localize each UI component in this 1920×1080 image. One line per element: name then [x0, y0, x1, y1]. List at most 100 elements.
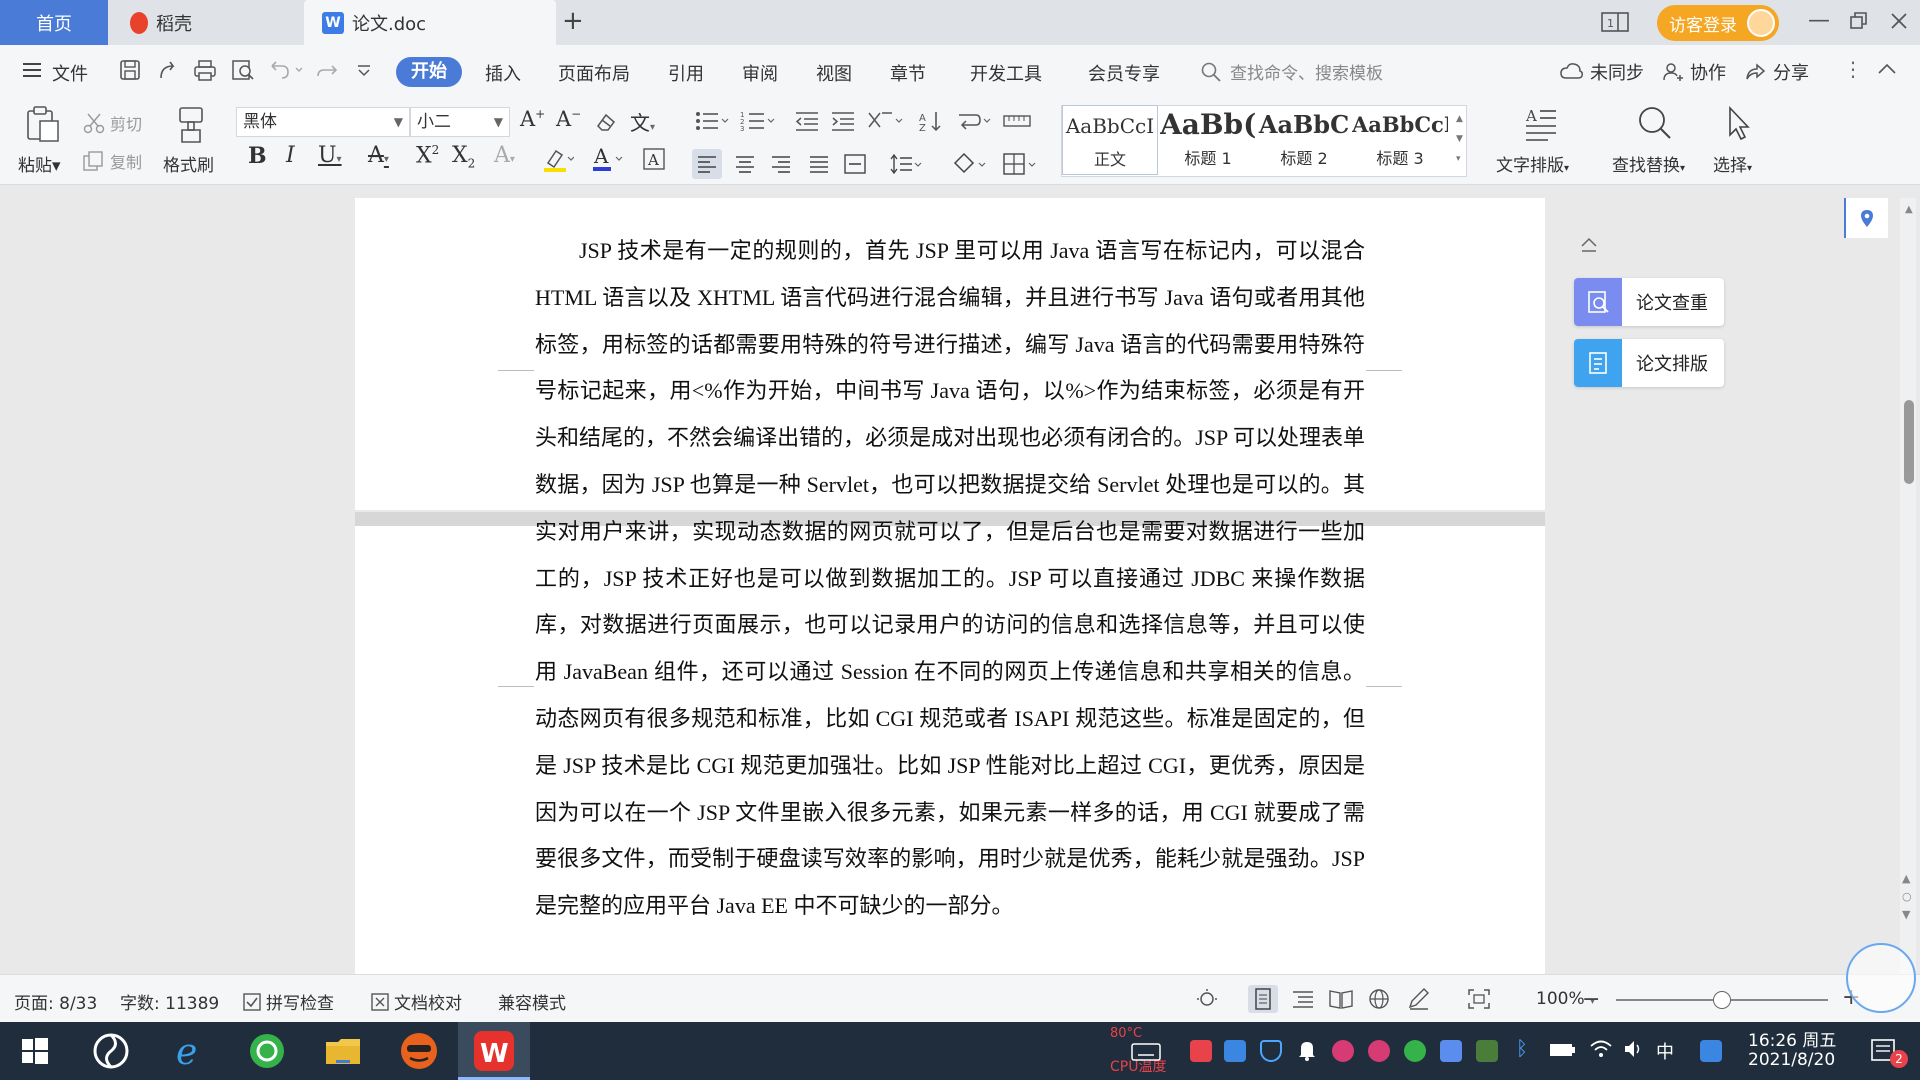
tab-home[interactable]: 首页 — [0, 0, 108, 45]
collapse-panel-icon[interactable] — [1574, 230, 1604, 260]
battery-icon[interactable] — [1548, 1040, 1576, 1060]
undo-icon[interactable] — [270, 60, 304, 80]
tray-app-icon[interactable] — [1368, 1040, 1390, 1062]
internet-explorer-icon[interactable]: e — [170, 1030, 212, 1072]
scrollbar-thumb[interactable] — [1904, 400, 1914, 484]
close-window-button[interactable] — [1888, 8, 1910, 32]
guest-login-button[interactable]: 访客登录 — [1657, 5, 1779, 41]
zoom-out-button[interactable]: − — [1582, 987, 1600, 1012]
distribute-button[interactable] — [840, 149, 870, 179]
align-left-button[interactable] — [692, 149, 722, 179]
outline-view-icon[interactable] — [1290, 987, 1316, 1011]
chinese-layout-icon[interactable] — [866, 109, 906, 133]
shrink-font-icon[interactable]: A− — [556, 107, 581, 131]
tab-page-layout[interactable]: 页面布局 — [558, 60, 630, 86]
tab-daoke[interactable]: 稻壳 — [112, 0, 302, 45]
tab-member[interactable]: 会员专享 — [1088, 60, 1160, 86]
borders-icon[interactable] — [1000, 149, 1036, 179]
customize-toolbar-icon[interactable] — [356, 64, 372, 78]
tab-view[interactable]: 视图 — [816, 60, 852, 86]
wifi-icon[interactable] — [1588, 1038, 1614, 1060]
sort-icon[interactable]: AZ — [918, 109, 944, 133]
tab-developer-tools[interactable]: 开发工具 — [970, 60, 1042, 86]
word-count[interactable]: 字数: 11389 — [120, 989, 219, 1014]
share-button[interactable]: 分享 — [1745, 59, 1809, 85]
line-break-icon[interactable] — [956, 109, 992, 133]
redo-icon[interactable] — [316, 60, 338, 80]
tab-review[interactable]: 审阅 — [742, 60, 778, 86]
game-app-icon[interactable] — [398, 1030, 440, 1072]
more-options-icon[interactable]: ⋮ — [1843, 57, 1863, 81]
underline-button[interactable]: U▾ — [318, 143, 342, 168]
keyboard-icon[interactable] — [1130, 1040, 1162, 1064]
select-button[interactable]: 选择▾ — [1713, 151, 1752, 176]
fit-page-icon[interactable] — [1466, 987, 1492, 1011]
clock-date[interactable]: 2021/8/20 — [1748, 1050, 1835, 1070]
tray-app-icon[interactable] — [1404, 1040, 1426, 1062]
pinwheel-app-icon[interactable] — [90, 1030, 132, 1072]
save-icon[interactable] — [118, 58, 142, 82]
collaborate-button[interactable]: 协作 — [1662, 59, 1726, 85]
shield-icon[interactable] — [1260, 1040, 1282, 1062]
highlight-icon[interactable] — [542, 147, 574, 173]
volume-icon[interactable] — [1622, 1038, 1646, 1060]
document-body-text[interactable]: JSP 技术是有一定的规则的，首先 JSP 里可以用 Java 语言写在标记内，… — [535, 228, 1365, 930]
menu-file[interactable]: 文件 — [52, 60, 88, 86]
find-replace-button[interactable]: 查找替换▾ — [1612, 151, 1685, 176]
find-replace-icon[interactable] — [1636, 105, 1674, 143]
write-mode-icon[interactable] — [1406, 987, 1432, 1011]
output-pdf-icon[interactable] — [156, 58, 180, 82]
paste-button[interactable]: 粘贴▾ — [18, 151, 61, 176]
copy-button[interactable]: 复制 — [82, 149, 142, 173]
tray-app-icon[interactable] — [1476, 1040, 1498, 1062]
phonetic-guide-icon[interactable]: 文▾ — [630, 107, 655, 136]
text-layout-button[interactable]: 文字排版▾ — [1496, 151, 1569, 176]
new-tab-button[interactable]: + — [562, 6, 584, 36]
style-heading-2[interactable]: AaBbC 标题 2 — [1256, 105, 1352, 175]
style-heading-1[interactable]: AaBb( 标题 1 — [1160, 105, 1256, 175]
sync-status-button[interactable]: 未同步 — [1560, 59, 1644, 85]
bold-button[interactable]: B — [248, 143, 267, 169]
windows-start-icon[interactable] — [22, 1038, 48, 1064]
web-view-icon[interactable] — [1366, 987, 1392, 1011]
text-effect-button[interactable]: A▾ — [494, 143, 515, 168]
subscript-button[interactable]: X2 — [452, 143, 475, 170]
cursor-select-icon[interactable] — [1724, 105, 1754, 143]
font-size-select[interactable]: 小二 ▼ — [410, 107, 510, 137]
thesis-check-button[interactable]: 论文查重 — [1574, 278, 1724, 326]
tray-app-icon[interactable] — [1440, 1040, 1462, 1062]
clear-format-icon[interactable] — [594, 111, 618, 133]
italic-button[interactable]: I — [286, 143, 295, 168]
grow-font-icon[interactable]: A+ — [520, 107, 545, 131]
collapse-ribbon-icon[interactable] — [1876, 61, 1898, 77]
format-painter-button[interactable]: 格式刷 — [163, 151, 214, 176]
eye-protect-icon[interactable] — [1194, 987, 1220, 1011]
strikethrough-button[interactable]: A▾ — [368, 143, 389, 168]
format-painter-icon[interactable] — [176, 105, 206, 145]
browser-360-icon[interactable] — [246, 1030, 288, 1072]
tab-insert[interactable]: 插入 — [485, 60, 521, 86]
line-spacing-icon[interactable] — [886, 149, 922, 179]
page-indicator[interactable]: 页面: 8/33 — [14, 989, 97, 1014]
superscript-button[interactable]: X2 — [416, 143, 439, 168]
page-nav-icon[interactable]: ▲ ○ ▼ — [1902, 870, 1912, 924]
bluetooth-icon[interactable]: ᛒ — [1516, 1036, 1528, 1060]
page-view-button[interactable] — [1248, 985, 1278, 1013]
hamburger-icon[interactable] — [22, 61, 42, 79]
bullet-list-icon[interactable] — [694, 109, 730, 133]
styles-scroll-icon[interactable]: ▲ ▼ ▾ — [1456, 109, 1463, 169]
thesis-format-button[interactable]: 论文排版 — [1574, 339, 1724, 387]
tray-app-icon[interactable] — [1700, 1040, 1722, 1062]
style-normal[interactable]: AaBbCcI 正文 — [1062, 105, 1158, 175]
bell-icon[interactable] — [1296, 1038, 1318, 1062]
shading-icon[interactable] — [950, 149, 986, 179]
style-heading-3[interactable]: AaBbCcI 标题 3 — [1352, 105, 1448, 175]
restore-button[interactable] — [1848, 10, 1870, 32]
align-right-button[interactable] — [766, 149, 796, 179]
command-search[interactable]: 查找命令、搜索模板 — [1200, 59, 1383, 84]
tab-start[interactable]: 开始 — [396, 57, 462, 87]
justify-button[interactable] — [804, 149, 834, 179]
font-name-select[interactable]: 黑体 ▼ — [236, 107, 410, 137]
taskbar-active-wps[interactable]: W — [458, 1022, 530, 1080]
paste-icon[interactable] — [22, 105, 62, 143]
